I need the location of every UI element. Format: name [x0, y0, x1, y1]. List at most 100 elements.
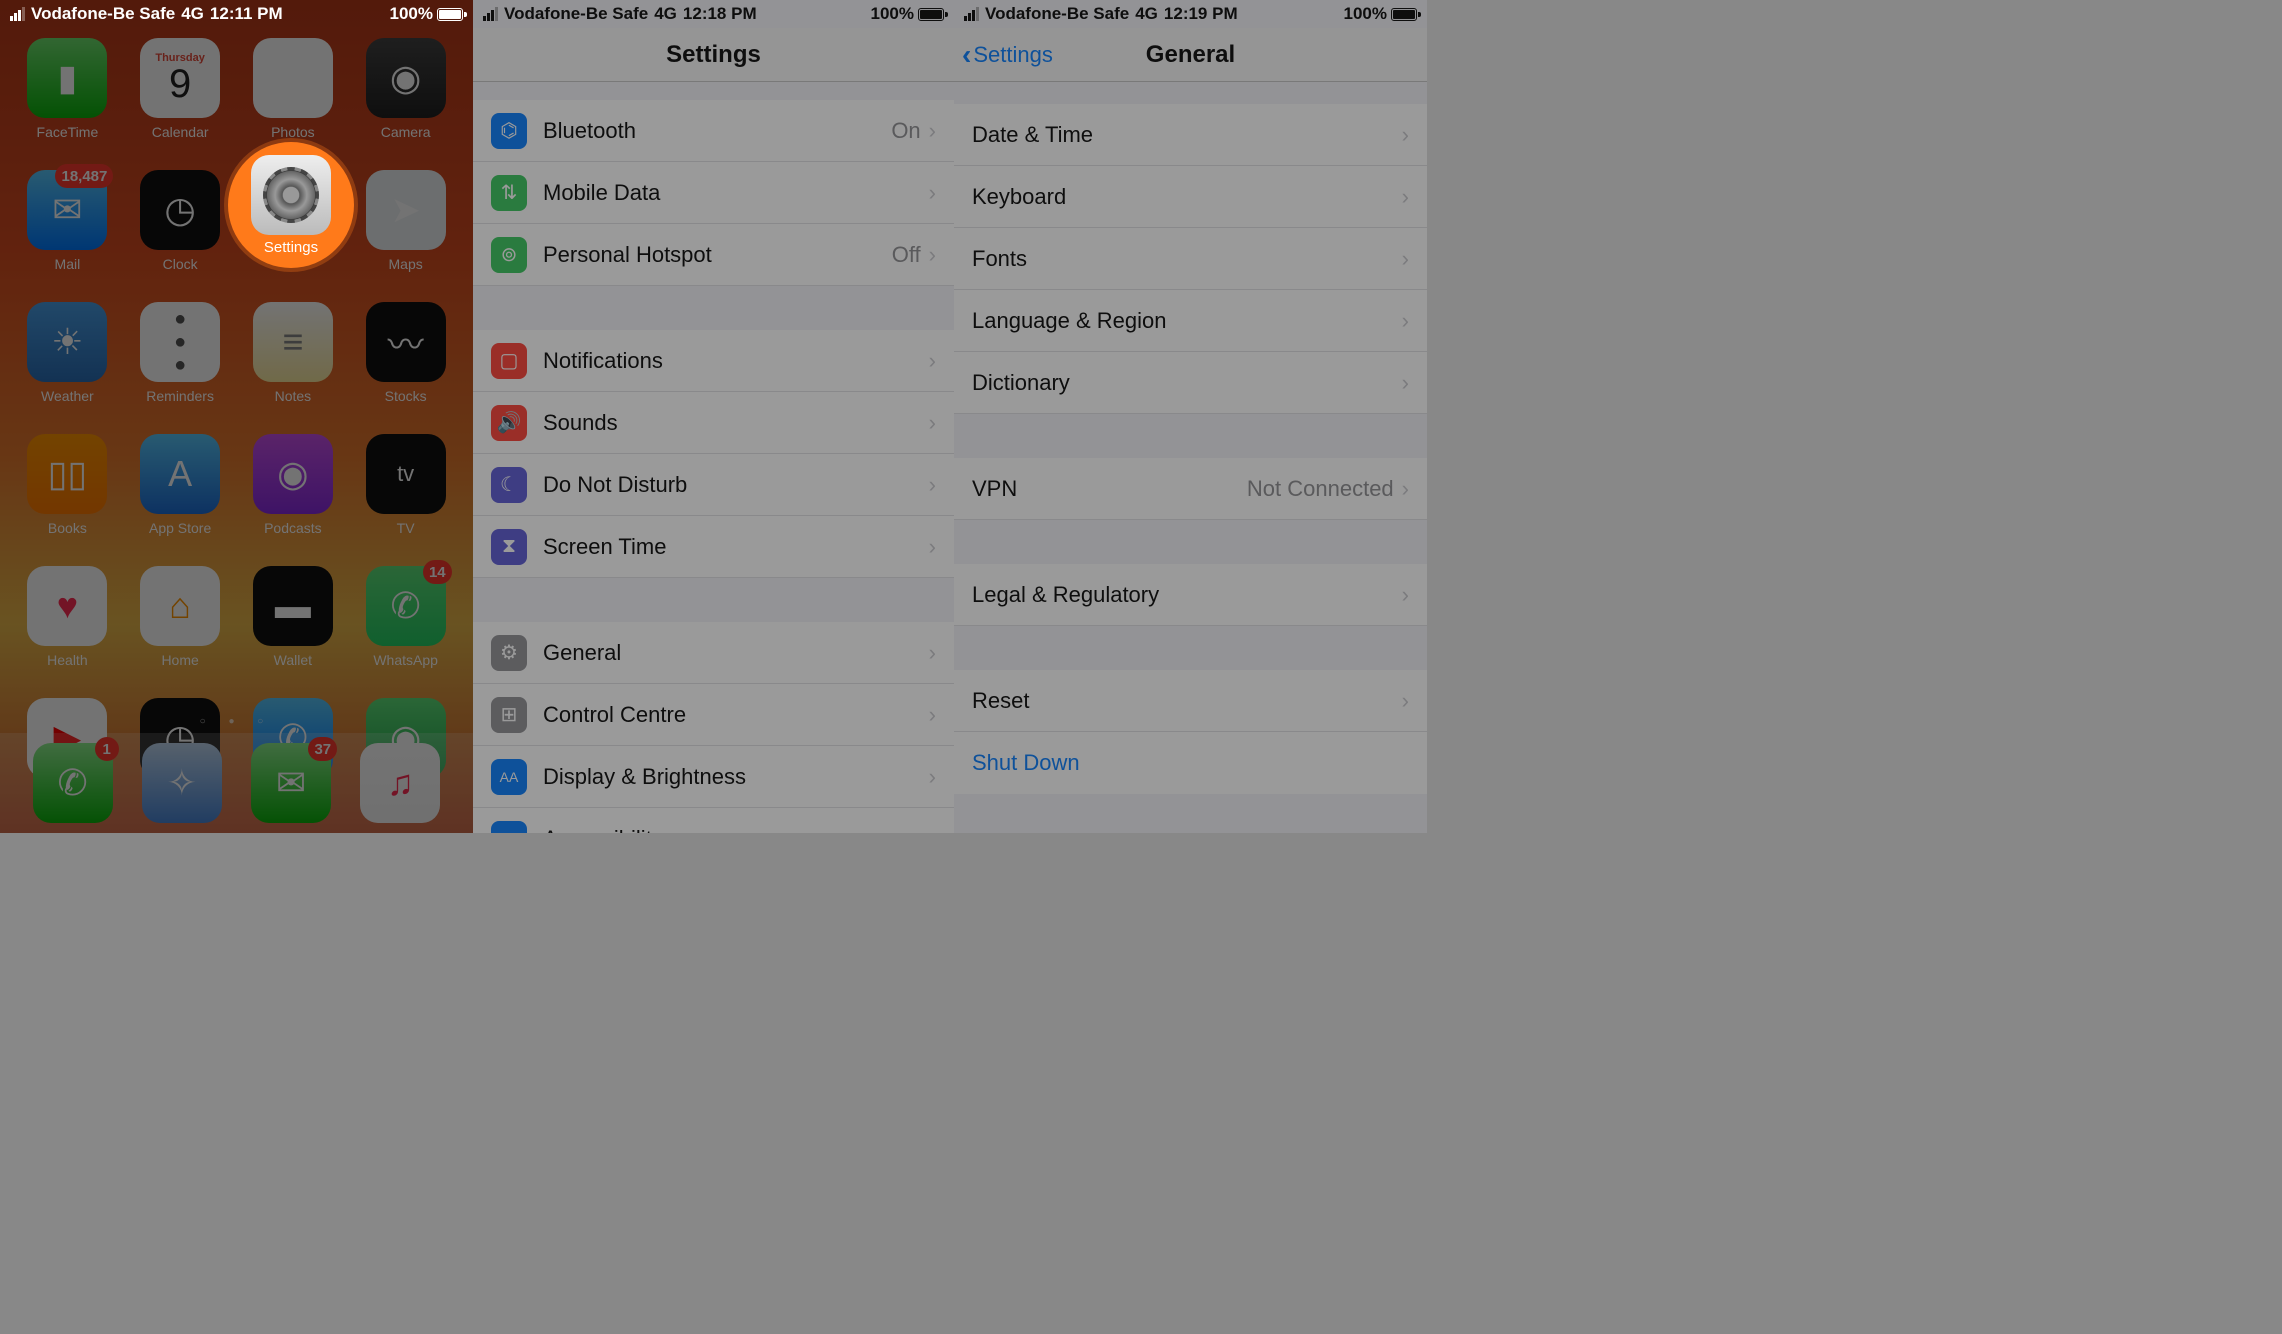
network-label: 4G — [654, 4, 677, 24]
chevron-right-icon: › — [1402, 582, 1409, 608]
control-centre-icon: ⊞ — [491, 697, 527, 733]
row-hotspot[interactable]: ⊚Personal HotspotOff› — [473, 224, 954, 286]
row-notifications[interactable]: ▢Notifications› — [473, 330, 954, 392]
row-control-centre[interactable]: ⊞Control Centre› — [473, 684, 954, 746]
back-button[interactable]: ‹Settings — [962, 39, 1053, 71]
app-maps[interactable]: ➤Maps — [358, 170, 453, 272]
battery-icon — [437, 8, 463, 21]
app-stocks[interactable]: 〰 Stocks — [358, 302, 453, 404]
app-appstore[interactable]: AApp Store — [133, 434, 228, 536]
app-weather[interactable]: ☀Weather — [20, 302, 115, 404]
app-calendar[interactable]: Thursday9Calendar — [133, 38, 228, 140]
dock-messages[interactable]: ✉37 — [251, 743, 331, 823]
network-label: 4G — [1135, 4, 1158, 24]
app-label: Books — [48, 520, 87, 536]
reminders-icon: ●●● — [140, 302, 220, 382]
row-screentime[interactable]: ⧗Screen Time› — [473, 516, 954, 578]
row-legal[interactable]: Legal & Regulatory› — [954, 564, 1427, 626]
row-reset[interactable]: Reset› — [954, 670, 1427, 732]
dock-phone[interactable]: ✆1 — [33, 743, 113, 823]
chevron-right-icon: › — [1402, 246, 1409, 272]
app-wallet[interactable]: ▬Wallet — [246, 566, 341, 668]
status-bar: Vodafone-Be Safe 4G 12:19 PM 100% — [954, 0, 1427, 28]
app-label: Stocks — [385, 388, 427, 404]
notes-icon: ≡ — [253, 302, 333, 382]
carrier-label: Vodafone-Be Safe — [985, 4, 1129, 24]
app-whatsapp[interactable]: ✆14WhatsApp — [358, 566, 453, 668]
app-camera[interactable]: ◉Camera — [358, 38, 453, 140]
battery-label: 100% — [1344, 4, 1387, 24]
chevron-left-icon: ‹ — [962, 39, 971, 71]
stocks-icon: 〰 — [366, 302, 446, 382]
tv-icon: tv — [366, 434, 446, 514]
page-dots[interactable]: ○ ● ○ — [0, 716, 473, 727]
app-facetime[interactable]: ▮ FaceTime — [20, 38, 115, 140]
chevron-right-icon: › — [1402, 476, 1409, 502]
settings-list[interactable]: ⌬BluetoothOn› ⇅Mobile Data› ⊚Personal Ho… — [473, 82, 954, 833]
clock-icon: ◷ — [140, 170, 220, 250]
row-vpn[interactable]: VPNNot Connected› — [954, 458, 1427, 520]
nav-bar: ‹Settings General — [954, 28, 1427, 82]
app-photos[interactable]: ✿Photos — [246, 38, 341, 140]
network-label: 4G — [181, 4, 204, 24]
settings-icon — [251, 155, 331, 235]
app-home[interactable]: ⌂Home — [133, 566, 228, 668]
row-dictionary[interactable]: Dictionary› — [954, 352, 1427, 414]
app-health[interactable]: ♥Health — [20, 566, 115, 668]
maps-icon: ➤ — [366, 170, 446, 250]
settings-highlight[interactable]: Settings — [228, 142, 354, 268]
status-bar: Vodafone-Be Safe 4G 12:11 PM 100% — [0, 0, 473, 28]
chevron-right-icon: › — [929, 826, 936, 833]
row-fonts[interactable]: Fonts› — [954, 228, 1427, 290]
dnd-icon: ☾ — [491, 467, 527, 503]
app-label: Health — [47, 652, 87, 668]
music-icon: ♫ — [360, 743, 440, 823]
battery-icon — [1391, 8, 1417, 21]
app-label: Notes — [275, 388, 312, 404]
chevron-right-icon: › — [1402, 688, 1409, 714]
mail-icon: ✉18,487 — [27, 170, 107, 250]
bluetooth-icon: ⌬ — [491, 113, 527, 149]
row-bluetooth[interactable]: ⌬BluetoothOn› — [473, 100, 954, 162]
general-list[interactable]: Date & Time› Keyboard› Fonts› Language &… — [954, 82, 1427, 794]
row-sounds[interactable]: 🔊Sounds› — [473, 392, 954, 454]
row-shutdown[interactable]: Shut Down — [954, 732, 1427, 794]
row-display[interactable]: AADisplay & Brightness› — [473, 746, 954, 808]
app-label: Home — [161, 652, 198, 668]
app-notes[interactable]: ≡ Notes — [246, 302, 341, 404]
chevron-right-icon: › — [929, 118, 936, 144]
facetime-icon: ▮ — [27, 38, 107, 118]
row-mobile-data[interactable]: ⇅Mobile Data› — [473, 162, 954, 224]
app-label: WhatsApp — [373, 652, 438, 668]
app-reminders[interactable]: ●●● Reminders — [133, 302, 228, 404]
row-dnd[interactable]: ☾Do Not Disturb› — [473, 454, 954, 516]
carrier-label: Vodafone-Be Safe — [504, 4, 648, 24]
app-mail[interactable]: ✉18,487 Mail — [20, 170, 115, 272]
app-label: Mail — [55, 256, 81, 272]
row-general[interactable]: ⚙General› — [473, 622, 954, 684]
signal-icon — [10, 7, 25, 21]
dock-safari[interactable]: ✧ — [142, 743, 222, 823]
battery-icon — [918, 8, 944, 21]
hotspot-icon: ⊚ — [491, 237, 527, 273]
app-podcasts[interactable]: ◉Podcasts — [246, 434, 341, 536]
app-label: FaceTime — [37, 124, 99, 140]
chevron-right-icon: › — [929, 534, 936, 560]
app-label: Reminders — [146, 388, 214, 404]
clock-label: 12:19 PM — [1164, 4, 1238, 24]
row-date-time[interactable]: Date & Time› — [954, 104, 1427, 166]
app-label: Calendar — [152, 124, 209, 140]
weather-icon: ☀ — [27, 302, 107, 382]
app-books[interactable]: ▯▯Books — [20, 434, 115, 536]
chevron-right-icon: › — [929, 242, 936, 268]
row-language-region[interactable]: Language & Region› — [954, 290, 1427, 352]
app-tv[interactable]: tvTV — [358, 434, 453, 536]
page-title: General — [1146, 41, 1235, 69]
row-keyboard[interactable]: Keyboard› — [954, 166, 1427, 228]
chevron-right-icon: › — [929, 348, 936, 374]
app-clock[interactable]: ◷Clock — [133, 170, 228, 272]
clock-label: 12:11 PM — [210, 4, 283, 24]
dock-music[interactable]: ♫ — [360, 743, 440, 823]
notifications-icon: ▢ — [491, 343, 527, 379]
row-accessibility[interactable]: ☺Accessibility› — [473, 808, 954, 833]
